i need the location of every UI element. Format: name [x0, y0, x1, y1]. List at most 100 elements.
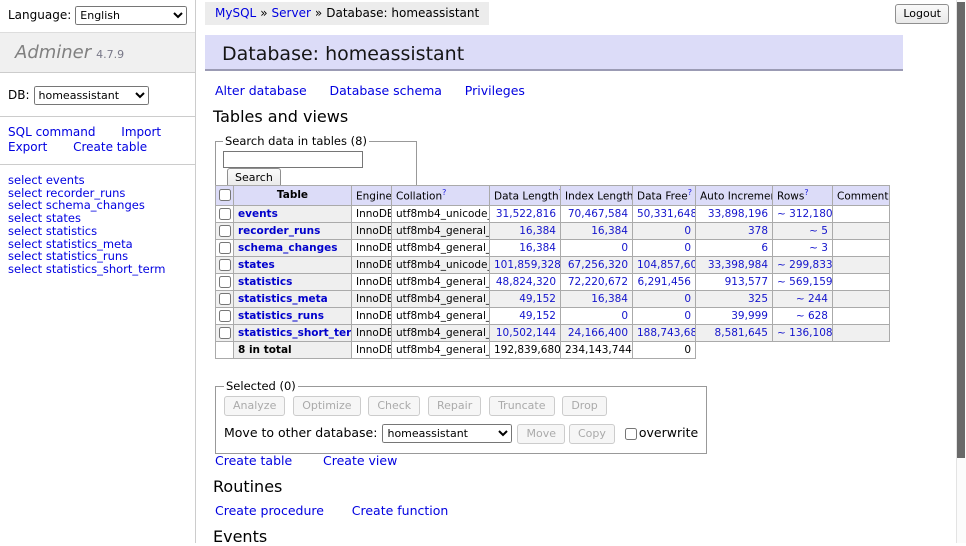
row-checkbox[interactable]: [219, 276, 231, 288]
scrollbar-track[interactable]: [956, 0, 966, 543]
sidebar-link-create-table[interactable]: Create table: [73, 140, 147, 154]
table-link[interactable]: statistics_runs: [238, 310, 324, 322]
row-checkbox[interactable]: [219, 208, 231, 220]
sidebar-item-select-states[interactable]: select states: [8, 212, 195, 225]
column-header-data-free: Data Free?: [633, 186, 696, 206]
app-name: Adminer: [15, 42, 91, 63]
row-checkbox[interactable]: [219, 225, 231, 237]
total-data-free-cell: 0: [633, 341, 696, 358]
table-total-row: 8 in total InnoDB utf8mb4_general_ci 192…: [216, 341, 890, 358]
help-icon[interactable]: ?: [688, 188, 692, 197]
search-input[interactable]: [223, 151, 363, 168]
sidebar-item-select-events[interactable]: select events: [8, 174, 195, 187]
privileges-link[interactable]: Privileges: [465, 83, 525, 98]
events-heading: Events: [213, 527, 267, 546]
truncate-button[interactable]: Truncate: [489, 396, 554, 416]
rows-count-cell: ~ 136,108: [773, 324, 833, 341]
breadcrumb-link-server[interactable]: Server: [272, 6, 311, 20]
language-row: Language: English: [0, 0, 195, 25]
table-link[interactable]: schema_changes: [238, 242, 338, 254]
table-link[interactable]: recorder_runs: [238, 225, 320, 237]
table-row: statistics InnoDB utf8mb4_general_ci 48,…: [216, 273, 890, 290]
db-select[interactable]: homeassistant: [34, 86, 149, 105]
table-link[interactable]: states: [238, 259, 275, 271]
data-free-cell: 0: [633, 239, 696, 256]
comment-cell: [833, 324, 890, 341]
table-link[interactable]: statistics_meta: [238, 293, 328, 305]
rows-count-cell: ~ 299,833: [773, 256, 833, 273]
language-label: Language:: [8, 8, 71, 22]
row-checkbox[interactable]: [219, 242, 231, 254]
row-checkbox[interactable]: [219, 293, 231, 305]
sidebar-table-links: select events select recorder_runs selec…: [0, 165, 195, 276]
comment-cell: [833, 222, 890, 239]
help-icon[interactable]: ?: [804, 188, 808, 197]
app-version[interactable]: 4.7.9: [96, 48, 124, 61]
move-button[interactable]: Move: [517, 424, 565, 444]
table-header-row: Table Engine? Collation? Data Length? In…: [216, 186, 890, 206]
database-schema-link[interactable]: Database schema: [330, 83, 442, 98]
comment-cell: [833, 290, 890, 307]
page-title: Database: homeassistant: [205, 35, 903, 71]
copy-button[interactable]: Copy: [569, 424, 615, 444]
auto-increment-cell: 8,581,645: [696, 324, 773, 341]
move-database-select[interactable]: homeassistant: [382, 424, 512, 443]
table-row: recorder_runs InnoDB utf8mb4_general_ci …: [216, 222, 890, 239]
table-name-cell: events: [234, 205, 352, 222]
create-procedure-link[interactable]: Create procedure: [215, 503, 324, 518]
help-icon[interactable]: ?: [442, 188, 446, 197]
collation-cell: utf8mb4_general_ci: [392, 239, 490, 256]
comment-cell: [833, 239, 890, 256]
check-button[interactable]: Check: [368, 396, 420, 416]
breadcrumb-separator: »: [260, 6, 267, 20]
row-checkbox[interactable]: [219, 327, 231, 339]
create-view-link[interactable]: Create view: [323, 453, 397, 468]
data-length-cell: 16,384: [490, 222, 561, 239]
auto-increment-cell: 33,898,196: [696, 205, 773, 222]
select-all-checkbox[interactable]: [219, 189, 231, 201]
engine-cell: InnoDB: [352, 324, 392, 341]
tables-and-views-heading: Tables and views: [213, 107, 348, 126]
row-checkbox[interactable]: [219, 259, 231, 271]
analyze-button[interactable]: Analyze: [224, 396, 285, 416]
alter-database-link[interactable]: Alter database: [215, 83, 307, 98]
selected-actions: Analyze Optimize Check Repair Truncate D…: [224, 396, 698, 416]
repair-button[interactable]: Repair: [428, 396, 481, 416]
app-title-band: Adminer 4.7.9: [0, 32, 195, 73]
logout-button[interactable]: Logout: [895, 4, 949, 24]
overwrite-checkbox[interactable]: [625, 428, 637, 440]
db-label: DB:: [8, 88, 30, 102]
breadcrumb-current: Database: homeassistant: [326, 6, 479, 20]
table-name-cell: statistics_meta: [234, 290, 352, 307]
help-icon[interactable]: ?: [888, 188, 889, 197]
column-header-auto-increment: Auto Increment?: [696, 186, 773, 206]
table-link[interactable]: statistics: [238, 276, 292, 288]
table-link[interactable]: events: [238, 208, 278, 220]
language-select[interactable]: English: [75, 6, 187, 25]
sidebar-link-import[interactable]: Import: [121, 125, 161, 139]
create-links: Create table Create view: [215, 453, 424, 468]
drop-button[interactable]: Drop: [562, 396, 606, 416]
breadcrumb-link-mysql[interactable]: MySQL: [215, 6, 256, 20]
optimize-button[interactable]: Optimize: [293, 396, 360, 416]
table-name-cell: statistics_runs: [234, 307, 352, 324]
scrollbar-thumb[interactable]: [957, 2, 965, 458]
routine-links: Create procedure Create function: [215, 503, 472, 518]
engine-cell: InnoDB: [352, 205, 392, 222]
table-link[interactable]: statistics_short_term: [238, 327, 352, 339]
auto-increment-cell: 378: [696, 222, 773, 239]
sidebar-item-select-statistics-short-term[interactable]: select statistics_short_term: [8, 263, 195, 276]
data-length-cell: 31,522,816: [490, 205, 561, 222]
move-label: Move to other database:: [224, 425, 377, 440]
sidebar-item-select-statistics[interactable]: select statistics: [8, 225, 195, 238]
column-header-engine: Engine?: [352, 186, 392, 206]
auto-increment-cell: 325: [696, 290, 773, 307]
sidebar-link-export[interactable]: Export: [8, 140, 47, 154]
row-checkbox[interactable]: [219, 310, 231, 322]
sidebar-link-sql-command[interactable]: SQL command: [8, 125, 95, 139]
create-function-link[interactable]: Create function: [352, 503, 449, 518]
data-free-cell: 0: [633, 222, 696, 239]
overwrite-label[interactable]: overwrite: [639, 425, 698, 440]
total-index-length-cell: 234,143,744: [561, 341, 633, 358]
create-table-link[interactable]: Create table: [215, 453, 292, 468]
